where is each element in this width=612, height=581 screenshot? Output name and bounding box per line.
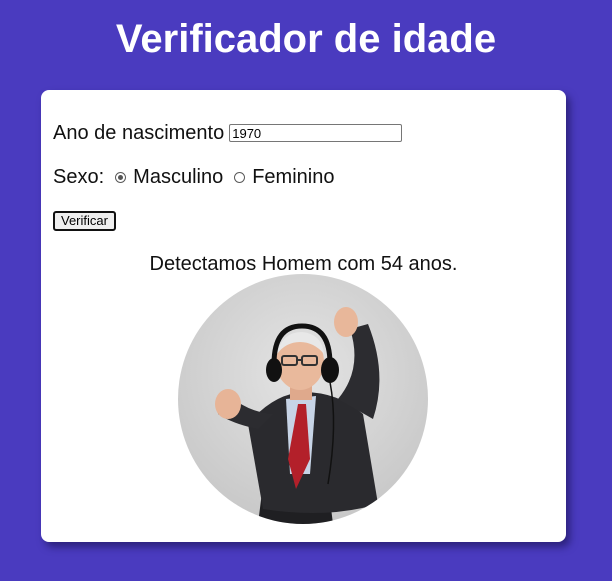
verify-button[interactable]: Verificar (53, 211, 116, 231)
radio-masculino-label[interactable]: Masculino (133, 166, 223, 189)
radio-feminino[interactable] (234, 171, 246, 183)
result-photo (178, 274, 428, 524)
birth-year-row: Ano de nascimento (53, 120, 403, 146)
birth-year-input[interactable] (229, 124, 403, 142)
sex-label: Sexo: (53, 165, 105, 188)
man-with-headphones-image (178, 274, 428, 524)
radio-masculino[interactable] (115, 171, 127, 183)
result-text: Detectamos Homem com 54 anos. (149, 253, 458, 275)
sex-row: Sexo: Masculino Feminino (53, 164, 334, 190)
form-card: Ano de nascimento Sexo: Masculino Femini… (41, 90, 566, 542)
page-title: Verificador de idade (115, 17, 497, 61)
radio-feminino-label[interactable]: Feminino (252, 166, 334, 189)
birth-year-label: Ano de nascimento (53, 121, 225, 144)
